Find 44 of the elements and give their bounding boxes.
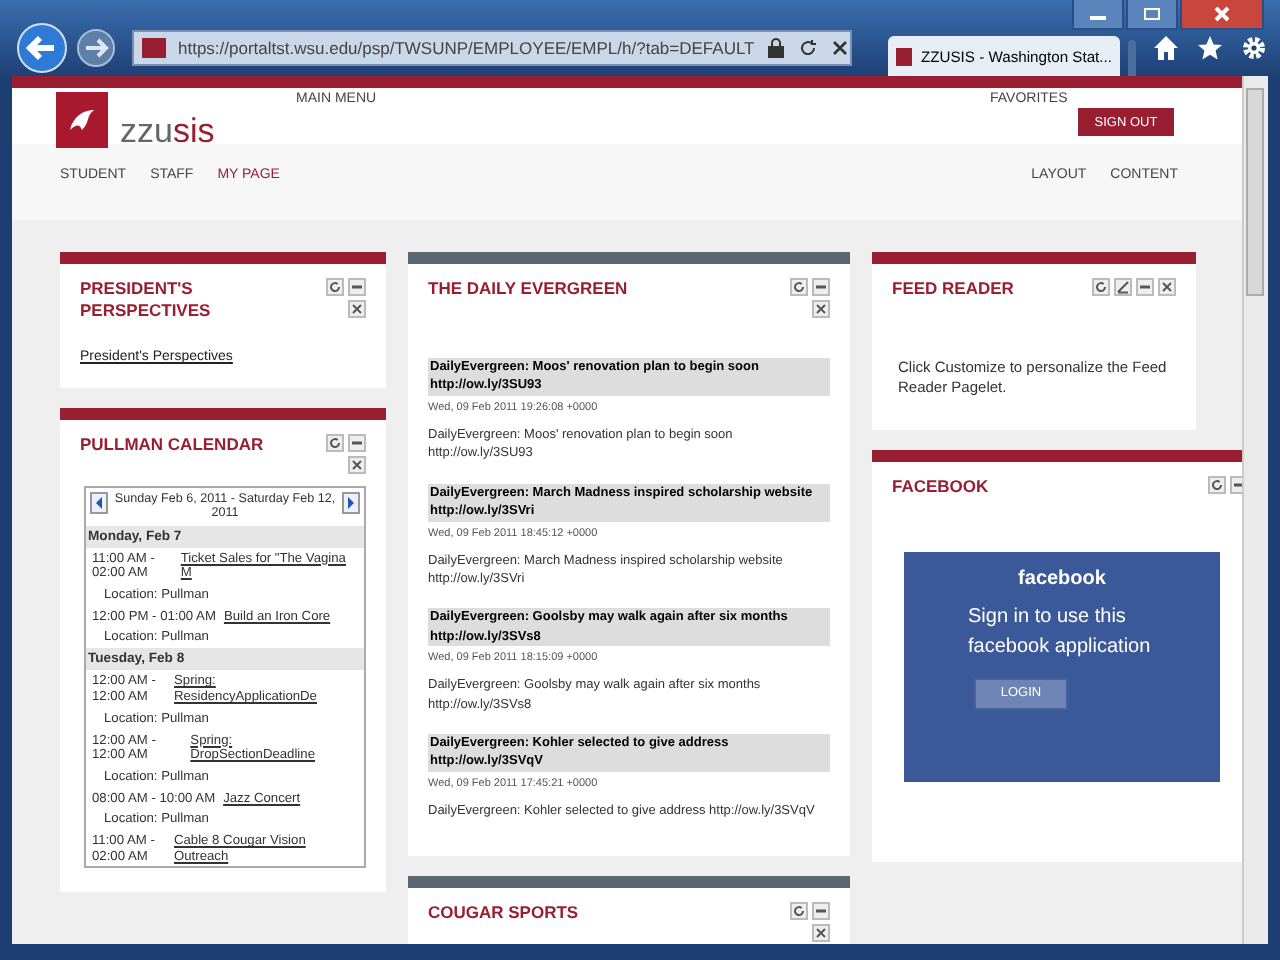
close-button[interactable] xyxy=(812,924,830,943)
refresh-button[interactable] xyxy=(326,434,344,453)
minimize-button[interactable] xyxy=(812,902,830,921)
forward-button[interactable] xyxy=(76,28,116,68)
back-button[interactable] xyxy=(16,22,68,74)
minimize-button[interactable] xyxy=(1136,278,1154,296)
previous-week-button[interactable] xyxy=(90,492,108,515)
address-bar[interactable]: https://portaltst.wsu.edu/psp/TWSUNP/EMPLOYEE/EMPL/h/?tab=DEFAULT xyxy=(132,30,852,66)
refresh-button[interactable] xyxy=(326,278,344,296)
minimize-button[interactable] xyxy=(348,278,366,296)
close-button[interactable] xyxy=(1180,0,1264,30)
scrollbar[interactable] xyxy=(1242,76,1268,944)
close-icon xyxy=(1212,6,1232,22)
star-icon[interactable] xyxy=(1196,34,1224,62)
close-button[interactable] xyxy=(348,456,366,475)
refresh-button[interactable] xyxy=(790,902,808,921)
next-week-button[interactable] xyxy=(342,492,360,515)
close-button[interactable] xyxy=(348,300,366,318)
minimize-button[interactable] xyxy=(1072,0,1124,30)
pagelet-title: COUGAR SPORTS xyxy=(428,902,581,927)
minimize-button[interactable] xyxy=(348,434,366,453)
maximize-icon xyxy=(1142,6,1162,22)
lock-icon xyxy=(766,38,787,58)
close-button[interactable] xyxy=(1158,278,1176,296)
site-logo: zzusis xyxy=(120,114,215,148)
facebook-message: Sign in to use this facebook application xyxy=(968,603,1153,661)
pagelet-title: PULLMAN CALENDAR xyxy=(80,434,266,459)
stop-icon[interactable] xyxy=(830,38,851,58)
close-button[interactable] xyxy=(812,300,830,318)
maximize-button[interactable] xyxy=(1126,0,1178,30)
pagelet-title: FACEBOOK xyxy=(892,475,991,499)
pagelet-title: FEED READER xyxy=(892,278,1016,302)
refresh-icon[interactable] xyxy=(798,38,819,58)
home-icon[interactable] xyxy=(1152,34,1180,62)
refresh-button[interactable] xyxy=(790,278,808,296)
settings-icon[interactable] xyxy=(1240,34,1268,62)
refresh-button[interactable] xyxy=(1092,278,1110,296)
edit-button[interactable] xyxy=(1114,278,1132,296)
pagelet-title: THE DAILY EVERGREEN xyxy=(428,278,628,302)
refresh-button[interactable] xyxy=(1208,475,1226,493)
pagelet-title: PRESIDENT'S PERSPECTIVES xyxy=(80,278,213,321)
minimize-button[interactable] xyxy=(812,278,830,296)
scrollbar-thumb[interactable] xyxy=(1246,88,1264,296)
facebook-logo: facebook xyxy=(1016,567,1108,589)
